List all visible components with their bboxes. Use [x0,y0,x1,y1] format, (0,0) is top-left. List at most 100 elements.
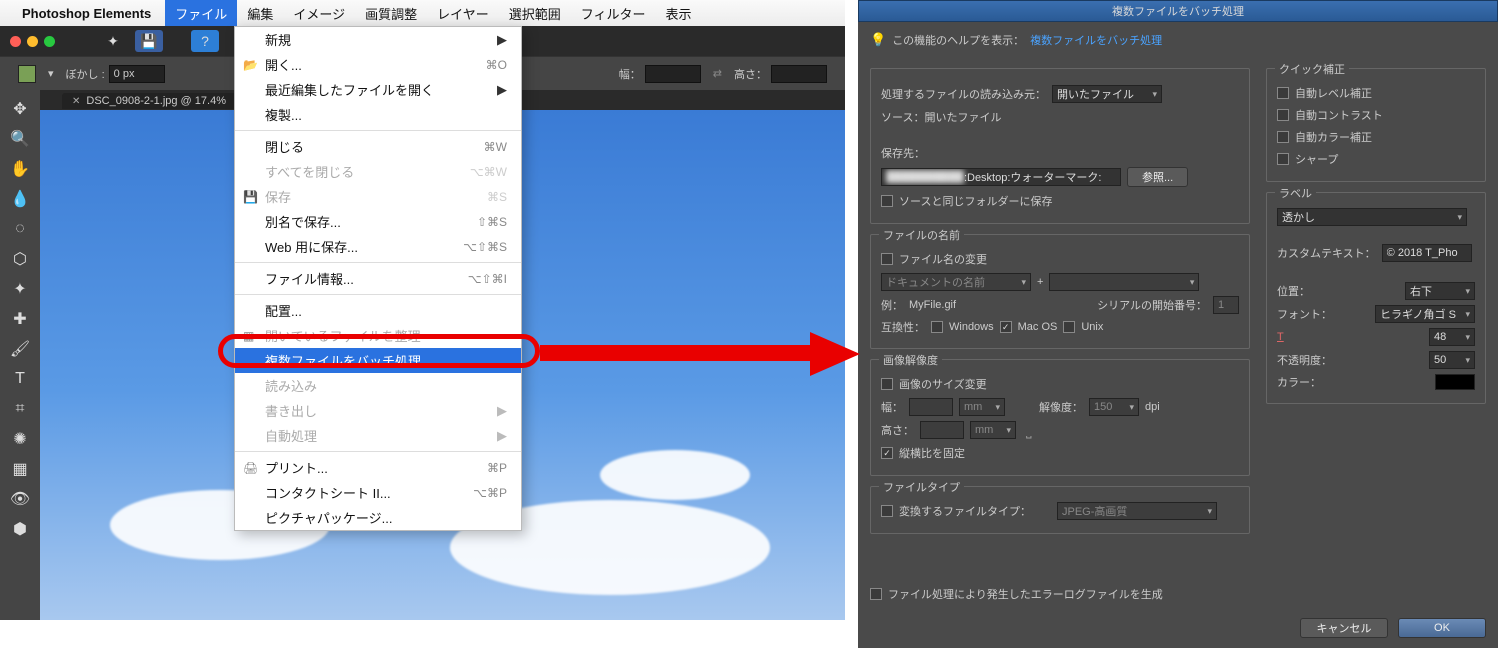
name-token-1[interactable]: ドキュメントの名前 [881,273,1031,291]
resize-h-unit[interactable]: mm [970,421,1016,439]
menu-item[interactable]: コンタクトシート II...⌥⌘P [235,480,521,505]
constrain-checkbox[interactable] [881,447,893,459]
resize-h-input[interactable] [920,421,964,439]
hand-tool-icon[interactable]: ✋ [6,156,34,182]
style-underline-icon[interactable]: T [1277,331,1284,343]
menu-イメージ[interactable]: イメージ [283,0,355,26]
menu-画質調整[interactable]: 画質調整 [355,0,427,26]
height-input[interactable] [771,65,827,83]
compat-win-checkbox[interactable] [931,321,943,333]
menu-item: 💾保存⌘S [235,184,521,209]
same-folder-checkbox[interactable] [881,195,893,207]
tool-palette: ✥ 🔍 ✋ 💧 ◌ ⬡ ✦ ✚ 🖌 T ⌗ ✺ ▦ 👁 ⬢ [0,90,40,620]
position-select[interactable]: 右下 [1405,282,1475,300]
move-tool-icon[interactable]: ✥ [6,96,34,122]
eyedropper-tool-icon[interactable]: 💧 [6,186,34,212]
help-icon[interactable]: ? [191,30,219,52]
tab-close-icon[interactable]: ✕ [72,96,80,107]
name-token-2[interactable] [1049,273,1199,291]
redeye-tool-icon[interactable]: 👁 [6,486,34,512]
compat-unix-checkbox[interactable] [1063,321,1075,333]
auto-contrast-checkbox[interactable] [1277,109,1289,121]
menu-item[interactable]: 配置... [235,298,521,323]
serial-input[interactable] [1213,296,1239,314]
auto-color-checkbox[interactable] [1277,131,1289,143]
menu-item-label: 新規 [265,30,291,49]
resolution-select[interactable]: 150 [1089,398,1139,416]
menu-item-icon: ▦ [243,329,254,343]
gradient-tool-icon[interactable]: ▦ [6,456,34,482]
help-link[interactable]: 複数ファイルをバッチ処理 [1030,32,1162,48]
tab-title: DSC_0908-2-1.jpg @ 17.4% [86,95,226,107]
rename-checkbox[interactable] [881,253,893,265]
menu-item[interactable]: Web 用に保存...⌥⇧⌘S [235,234,521,259]
fg-color-swatch[interactable] [18,65,36,83]
minimize-icon[interactable] [27,36,38,47]
example-text: MyFile.gif [909,299,956,311]
menu-item[interactable]: ピクチャパッケージ... [235,505,521,530]
font-select[interactable]: ヒラギノ角ゴ S [1375,305,1475,323]
zoom-icon[interactable] [44,36,55,47]
opacity-select[interactable]: 50 [1429,351,1475,369]
annotation-arrow [540,336,860,370]
browse-button[interactable]: 参照... [1127,167,1188,187]
resize-checkbox[interactable] [881,378,893,390]
cancel-button[interactable]: キャンセル [1300,618,1388,638]
menu-shortcut: ⌥⇧⌘I [468,272,507,286]
zoom-tool-icon[interactable]: 🔍 [6,126,34,152]
ok-button[interactable]: OK [1398,618,1486,638]
marquee-tool-icon[interactable]: ◌ [6,216,34,242]
crop-tool-icon[interactable]: ⌗ [6,396,34,422]
submenu-arrow-icon: ▶ [497,428,507,444]
sharpen-checkbox[interactable] [1277,153,1289,165]
fontsize-select[interactable]: 48 [1429,328,1475,346]
auto-levels-checkbox[interactable] [1277,87,1289,99]
traffic-lights[interactable] [0,36,65,47]
menu-item[interactable]: 🖨プリント...⌘P [235,455,521,480]
menu-item[interactable]: 最近編集したファイルを開く▶ [235,77,521,102]
menu-編集[interactable]: 編集 [237,0,283,26]
menu-item-label: ファイル情報... [265,269,354,288]
type-tool-icon[interactable]: T [6,366,34,392]
resize-w-input[interactable] [909,398,953,416]
effects-tool-icon[interactable]: ✺ [6,426,34,452]
menu-レイヤー[interactable]: レイヤー [427,0,499,26]
filetype-select[interactable]: JPEG-高画質 [1057,502,1217,520]
menu-item-label: Web 用に保存... [265,237,358,256]
label-color-swatch[interactable] [1435,374,1475,390]
menu-item[interactable]: ファイル情報... ⌥⇧⌘I [235,266,521,291]
resize-w-unit[interactable]: mm [959,398,1005,416]
menu-item[interactable]: 複製... [235,102,521,127]
menu-item: 自動処理▶ [235,423,521,448]
heal-tool-icon[interactable]: ✚ [6,306,34,332]
document-tab[interactable]: ✕ DSC_0908-2-1.jpg @ 17.4% [62,93,236,109]
convert-checkbox[interactable] [881,505,893,517]
menu-フィルター[interactable]: フィルター [571,0,656,26]
menu-item[interactable]: 別名で保存...⇧⌘S [235,209,521,234]
new-doc-icon[interactable]: ✦ [99,30,127,52]
menu-選択範囲[interactable]: 選択範囲 [499,0,571,26]
menu-item-label: すべてを閉じる [265,162,354,181]
custom-text-input[interactable] [1382,244,1472,262]
magic-wand-tool-icon[interactable]: ✦ [6,276,34,302]
close-icon[interactable] [10,36,21,47]
link-wh-icon[interactable]: ⎵ [1026,422,1032,439]
compat-mac-checkbox[interactable] [1000,321,1012,333]
swap-wh-icon[interactable]: ⇄ [713,67,722,80]
menu-item[interactable]: 新規▶ [235,27,521,52]
source-select[interactable]: 開いたファイル [1052,85,1162,103]
shape-tool-icon[interactable]: ⬢ [6,516,34,542]
brush-tool-icon[interactable]: 🖌 [6,336,34,362]
lasso-tool-icon[interactable]: ⬡ [6,246,34,272]
menu-ファイル[interactable]: ファイル [165,0,237,26]
menu-表示[interactable]: 表示 [655,0,701,26]
save-icon[interactable]: 💾 [135,30,163,52]
mac-menubar: Photoshop Elements ファイル編集イメージ画質調整レイヤー選択範… [0,0,845,26]
feather-input[interactable] [109,65,165,83]
errorlog-checkbox[interactable] [870,588,882,600]
label-type-select[interactable]: 透かし [1277,208,1467,226]
width-input[interactable] [645,65,701,83]
menu-item[interactable]: 📂開く...⌘O [235,52,521,77]
menu-item[interactable]: 複数ファイルをバッチ処理... [235,348,521,373]
menu-item[interactable]: 閉じる⌘W [235,134,521,159]
